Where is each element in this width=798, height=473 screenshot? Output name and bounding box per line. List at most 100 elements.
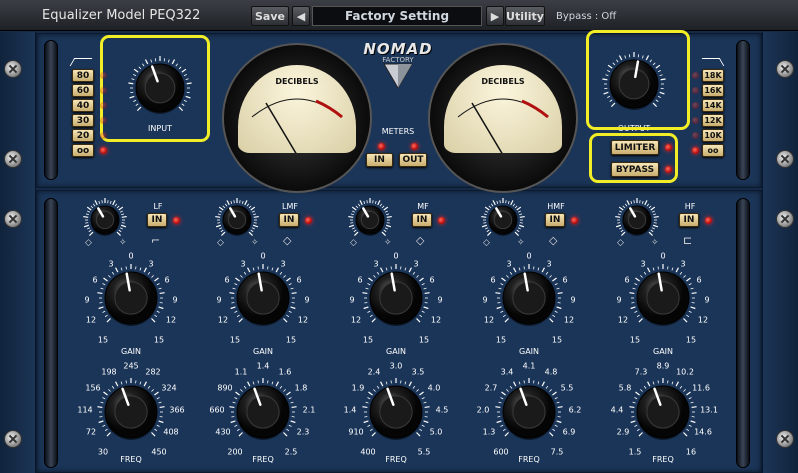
band-gain-label: GAIN: [518, 347, 540, 356]
band-hf-freq-knob[interactable]: [627, 376, 699, 448]
freq-scale-tick: 156: [85, 383, 101, 393]
highpass-30-button[interactable]: 30: [72, 114, 94, 127]
narrow-q-icon: ◇: [483, 238, 490, 248]
band-lmf-in-button[interactable]: IN: [279, 213, 299, 227]
highpass-led: [100, 117, 107, 124]
freq-scale-tick: 114: [77, 405, 93, 415]
band-mf-freq-knob[interactable]: [360, 376, 432, 448]
highpass-40-button[interactable]: 40: [72, 99, 94, 112]
input-knob[interactable]: [126, 54, 194, 122]
gain-scale-tick: 9: [216, 295, 222, 305]
gain-scale-tick: 12: [165, 315, 177, 325]
gain-scale-tick: 9: [616, 295, 622, 305]
lowpass-oo-button[interactable]: oo: [702, 144, 724, 157]
band-lf-in-button[interactable]: IN: [147, 213, 167, 227]
gain-scale-tick: 15: [629, 335, 641, 345]
gain-scale-tick: 3: [108, 259, 114, 269]
band-lmf-freq-knob[interactable]: [227, 376, 299, 448]
meter-in-button[interactable]: IN: [366, 153, 393, 167]
lowpass-12K-button[interactable]: 12K: [702, 114, 724, 127]
lowpass-18K-button[interactable]: 18K: [702, 69, 724, 82]
band-lf-gain-knob[interactable]: [95, 262, 167, 334]
freq-scale-tick: 1.6: [278, 367, 292, 377]
highpass-oo-button[interactable]: oo: [72, 144, 94, 157]
freq-scale-tick: 245: [123, 361, 139, 371]
gain-scale-tick: 0: [526, 251, 532, 261]
freq-scale-tick: 2.1: [302, 405, 316, 415]
screw-icon: [776, 210, 794, 228]
rack-handle-left[interactable]: [44, 40, 58, 180]
highpass-80-button[interactable]: 80: [72, 69, 94, 82]
gain-scale-tick: 6: [429, 275, 435, 285]
freq-scale-tick: 400: [360, 447, 376, 457]
gain-scale-tick: 3: [640, 259, 646, 269]
freq-scale-tick: 282: [145, 367, 161, 377]
band-hmf-freq-knob[interactable]: [493, 376, 565, 448]
output-vu-meter: DECIBELS: [428, 43, 578, 193]
gain-scale-tick: 12: [217, 315, 229, 325]
lowpass-16K-button[interactable]: 16K: [702, 84, 724, 97]
band-hf-in-button[interactable]: IN: [679, 213, 699, 227]
freq-scale-tick: 4.8: [544, 367, 558, 377]
band-freq-label: FREQ: [120, 455, 142, 464]
freq-scale-tick: 1.3: [482, 427, 496, 437]
freq-scale-tick: 5.5: [417, 447, 431, 457]
freq-scale-tick: 6.9: [562, 427, 576, 437]
freq-scale-tick: 4.5: [435, 405, 449, 415]
highpass-led: [100, 132, 107, 139]
freq-scale-tick: 3.4: [500, 367, 514, 377]
gain-scale-tick: 0: [393, 251, 399, 261]
rack-handle-right-lower[interactable]: [736, 198, 750, 468]
preset-next-button[interactable]: ▶: [486, 6, 504, 26]
band-mf-q-knob[interactable]: [346, 196, 394, 244]
band-hmf-q-knob[interactable]: [479, 196, 527, 244]
screw-icon: [4, 210, 22, 228]
output-knob[interactable]: [600, 50, 668, 118]
input-vu-meter: DECIBELS: [222, 43, 372, 193]
freq-scale-tick: 10.2: [676, 367, 694, 377]
band-freq-label: FREQ: [385, 455, 407, 464]
band-mf-in-button[interactable]: IN: [412, 213, 432, 227]
band-mf-gain-knob[interactable]: [360, 262, 432, 334]
band-lf-freq-knob[interactable]: [95, 376, 167, 448]
highpass-60-button[interactable]: 60: [72, 84, 94, 97]
meters-title: METERS: [381, 127, 415, 136]
rack-handle-right[interactable]: [736, 40, 750, 180]
freq-scale-tick: 5.0: [429, 427, 443, 437]
save-button[interactable]: Save: [251, 6, 289, 26]
band-in-led: [571, 217, 578, 224]
gain-scale-tick: 12: [430, 315, 442, 325]
screw-icon: [776, 430, 794, 448]
gain-scale-tick: 15: [418, 335, 430, 345]
gain-scale-tick: 12: [483, 315, 495, 325]
band-hmf-gain-knob[interactable]: [493, 262, 565, 334]
highpass-20-button[interactable]: 20: [72, 129, 94, 142]
band-hf-q-knob[interactable]: [613, 196, 661, 244]
band-hmf-in-button[interactable]: IN: [545, 213, 565, 227]
title-bar: Equalizer Model PEQ322 Save ◀ Factory Se…: [0, 0, 798, 31]
band-gain-label: GAIN: [120, 347, 142, 356]
rack-handle-left-lower[interactable]: [44, 198, 58, 468]
screw-icon: [4, 430, 22, 448]
nomad-factory-logo: NOMAD FACTORY: [362, 40, 434, 90]
freq-scale-tick: 198: [101, 367, 117, 377]
lowpass-10K-button[interactable]: 10K: [702, 129, 724, 142]
meter-needle: [471, 102, 503, 153]
freq-scale-tick: 366: [169, 405, 185, 415]
lowpass-led: [692, 117, 699, 124]
band-lmf-gain-knob[interactable]: [227, 262, 299, 334]
gain-scale-tick: 6: [490, 275, 496, 285]
freq-scale-tick: 2.5: [284, 447, 298, 457]
filter-shape-icon: ⌐: [151, 234, 161, 247]
band-in-led: [305, 217, 312, 224]
preset-name-display[interactable]: Factory Setting: [312, 6, 482, 26]
utility-button[interactable]: Utility: [505, 6, 545, 26]
preset-prev-button[interactable]: ◀: [292, 6, 310, 26]
band-hf-gain-knob[interactable]: [627, 262, 699, 334]
wide-q-icon: ✧: [384, 238, 392, 248]
band-lf-q-knob[interactable]: [81, 196, 129, 244]
band-lmf-q-knob[interactable]: [213, 196, 261, 244]
meter-out-button[interactable]: OUT: [399, 153, 427, 167]
lowpass-14K-button[interactable]: 14K: [702, 99, 724, 112]
right-rack-ear: [762, 32, 798, 473]
